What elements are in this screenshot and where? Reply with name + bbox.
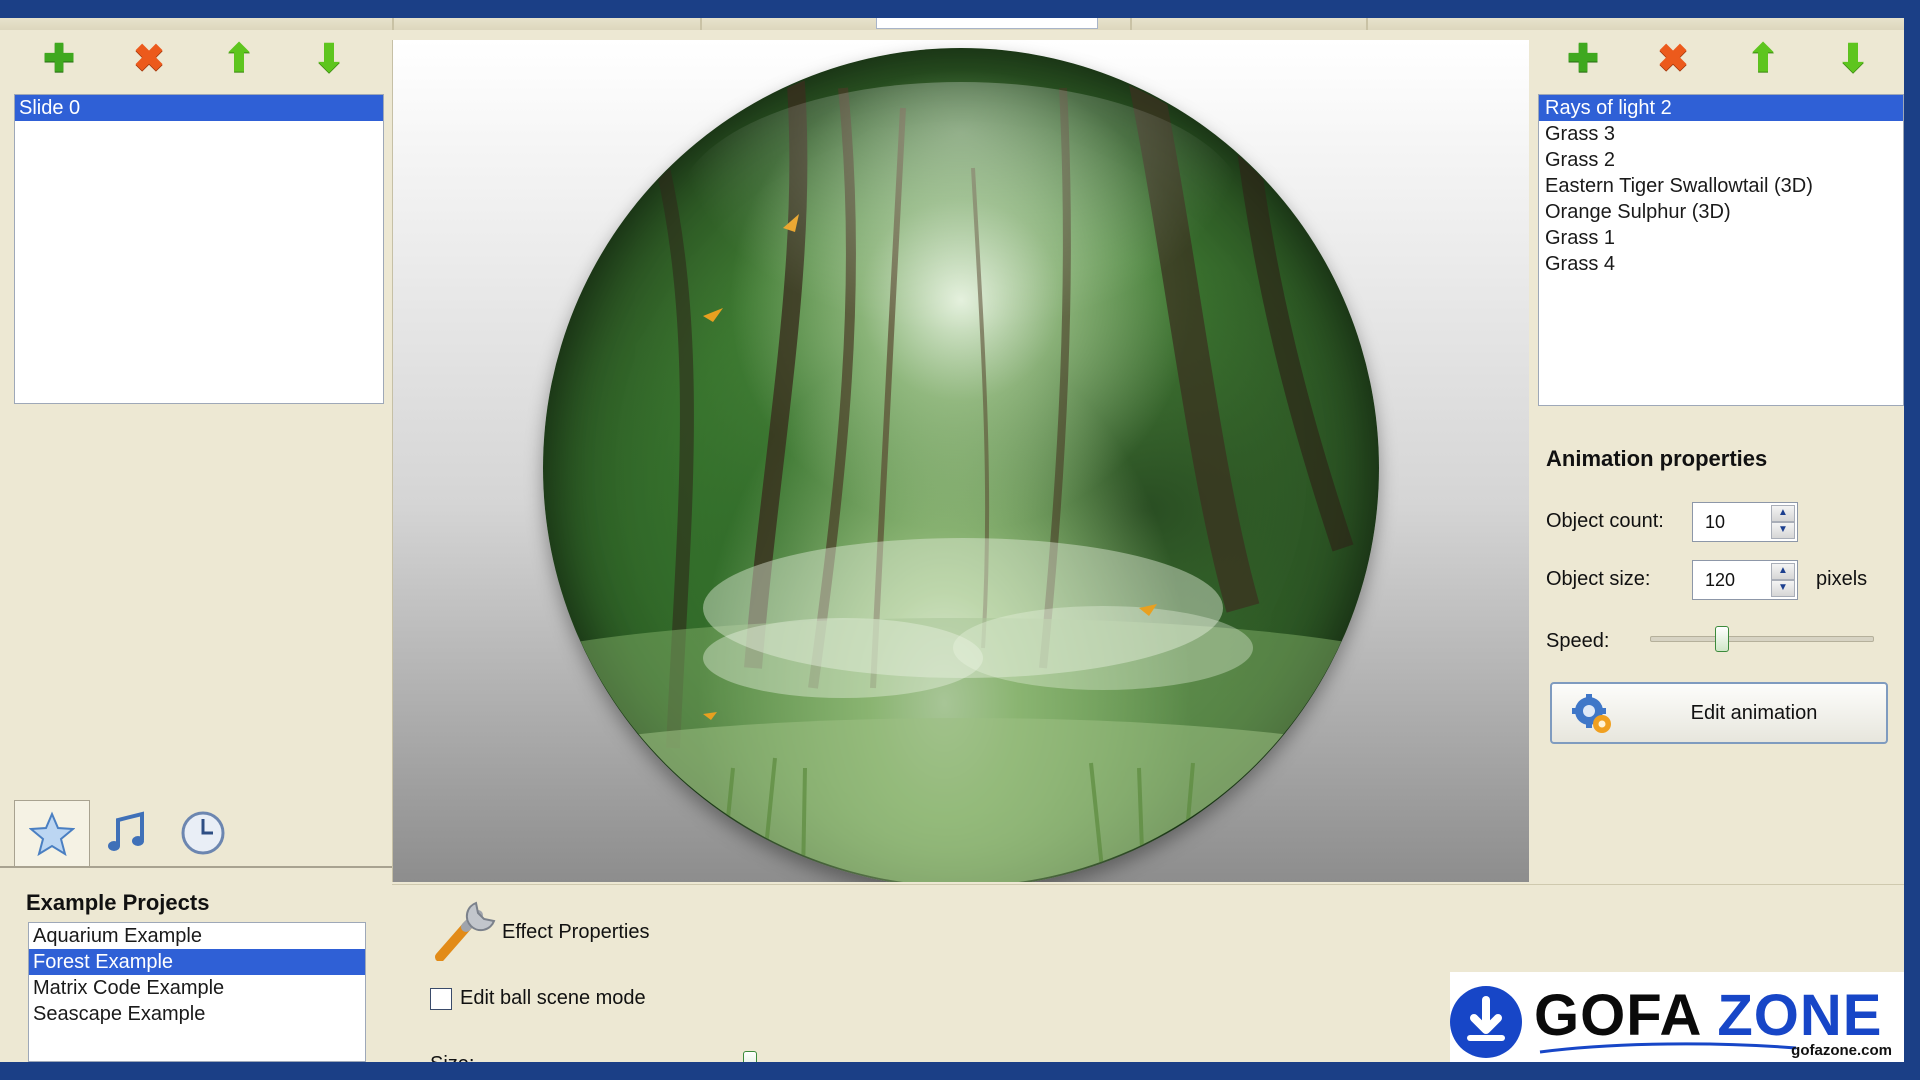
slides-panel: ✚ ✖ ⬆ ⬇ Slide 0 (0, 18, 390, 868)
object-count-spinner[interactable]: 10 ▲ ▼ (1692, 502, 1798, 542)
arrow-down-icon: ⬇ (313, 38, 345, 80)
example-project-item[interactable]: Forest Example (29, 949, 365, 975)
animations-toolbar: ✚ ✖ ⬆ ⬇ (1538, 34, 1898, 84)
example-projects-title: Example Projects (26, 890, 210, 915)
spin-up-arrow-icon[interactable]: ▲ (1771, 563, 1795, 580)
tab-effects[interactable] (14, 800, 90, 867)
object-count-value: 10 (1705, 512, 1726, 532)
divider (700, 18, 702, 30)
app-window: ✚ ✖ ⬆ ⬇ Slide 0 ✚ ✖ ⬆ ⬇ Rays of light 2 … (0, 18, 1904, 1062)
plus-icon: ✚ (1567, 38, 1599, 80)
cross-icon: ✖ (1657, 38, 1689, 80)
sphere-gloss (676, 81, 1246, 334)
example-project-item[interactable]: Aquarium Example (29, 923, 365, 949)
effect-properties-title: Effect Properties (502, 921, 650, 943)
clock-icon (181, 811, 225, 855)
tab-divider (0, 866, 392, 868)
example-projects-list[interactable]: Aquarium Example Forest Example Matrix Cod… (28, 922, 366, 1062)
watermark-domain: gofazone.com (1791, 1042, 1892, 1059)
slide-list-item[interactable]: Slide 0 (15, 95, 383, 121)
scene-preview[interactable] (392, 40, 1529, 882)
add-slide-button[interactable]: ✚ (14, 34, 104, 84)
object-size-spinner[interactable]: 120 ▲ ▼ (1692, 560, 1798, 600)
cross-icon: ✖ (133, 38, 165, 80)
tab-music[interactable] (90, 800, 164, 866)
animation-list-item[interactable]: Grass 4 (1539, 251, 1903, 277)
animation-list-item[interactable]: Grass 3 (1539, 121, 1903, 147)
forest-ball-scene (543, 48, 1379, 882)
brand-part-2: ZONE (1717, 983, 1883, 1048)
animation-list-item[interactable]: Orange Sulphur (3D) (1539, 199, 1903, 225)
top-field[interactable] (876, 18, 1098, 29)
move-animation-down-button[interactable]: ⬇ (1808, 34, 1898, 84)
slides-toolbar: ✚ ✖ ⬆ ⬇ (14, 34, 374, 84)
gofazone-watermark: GOFA ZONE gofazone.com (1450, 972, 1904, 1062)
download-logo-icon (1450, 986, 1522, 1058)
arrow-up-icon: ⬆ (1747, 38, 1779, 80)
move-animation-up-button[interactable]: ⬆ (1718, 34, 1808, 84)
edit-ball-scene-checkbox[interactable] (430, 987, 452, 1010)
left-panel-tabs (14, 800, 390, 867)
tab-timing[interactable] (166, 800, 240, 866)
divider (1130, 18, 1132, 30)
brand-part-1: GOFA (1534, 983, 1701, 1048)
animations-list[interactable]: Rays of light 2 Grass 3 Grass 2 Eastern Tig… (1538, 94, 1904, 406)
edit-animation-label: Edit animation (1690, 702, 1818, 724)
speed-label: Speed: (1546, 630, 1610, 652)
animations-panel: ✚ ✖ ⬆ ⬇ Rays of light 2 Grass 3 Grass 2 Eas… (1530, 18, 1904, 868)
example-project-item[interactable]: Matrix Code Example (29, 975, 365, 1001)
animation-list-item[interactable]: Grass 1 (1539, 225, 1903, 251)
move-slide-up-button[interactable]: ⬆ (194, 34, 284, 84)
delete-slide-button[interactable]: ✖ (104, 34, 194, 84)
animation-list-item[interactable]: Eastern Tiger Swallowtail (3D) (1539, 173, 1903, 199)
size-slider-thumb[interactable] (743, 1051, 758, 1062)
divider (1366, 18, 1368, 30)
add-animation-button[interactable]: ✚ (1538, 34, 1628, 84)
examples-panel: Example Projects Aquarium Example Forest … (0, 870, 392, 1062)
animation-list-item[interactable]: Rays of light 2 (1539, 95, 1903, 121)
edit-ball-scene-label: Edit ball scene mode (460, 987, 646, 1009)
wrench-icon (435, 901, 496, 961)
spinner-arrows: ▲ ▼ (1771, 563, 1795, 597)
watermark-brand: GOFA ZONE (1534, 982, 1882, 1049)
speed-slider-track[interactable] (1650, 636, 1874, 642)
music-note-icon (108, 811, 144, 851)
spin-down-arrow-icon[interactable]: ▼ (1771, 522, 1795, 539)
spin-down-arrow-icon[interactable]: ▼ (1771, 580, 1795, 597)
star-icon (29, 811, 75, 857)
slides-list[interactable]: Slide 0 (14, 94, 384, 404)
speed-slider-thumb[interactable] (1715, 626, 1730, 652)
example-project-item[interactable]: Seascape Example (29, 1001, 365, 1027)
edit-animation-button[interactable]: Edit animation (1550, 682, 1888, 744)
object-count-label: Object count: (1546, 510, 1664, 532)
move-slide-down-button[interactable]: ⬇ (284, 34, 374, 84)
plus-icon: ✚ (43, 38, 75, 80)
object-size-unit: pixels (1816, 568, 1868, 590)
spin-up-arrow-icon[interactable]: ▲ (1771, 505, 1795, 522)
brand-swoosh (1539, 1042, 1797, 1054)
delete-animation-button[interactable]: ✖ (1628, 34, 1718, 84)
object-size-value: 120 (1705, 570, 1736, 590)
object-size-label: Object size: (1546, 568, 1651, 590)
divider (392, 18, 394, 30)
arrow-down-icon: ⬇ (1837, 38, 1869, 80)
edit-ball-scene-row: Edit ball scene mode (430, 987, 646, 1010)
arrow-up-icon: ⬆ (223, 38, 255, 80)
download-arrow-icon (1467, 996, 1505, 1041)
animation-properties-title: Animation properties (1546, 446, 1768, 471)
animation-list-item[interactable]: Grass 2 (1539, 147, 1903, 173)
spinner-arrows: ▲ ▼ (1771, 505, 1795, 539)
size-label: Size: (430, 1053, 474, 1062)
